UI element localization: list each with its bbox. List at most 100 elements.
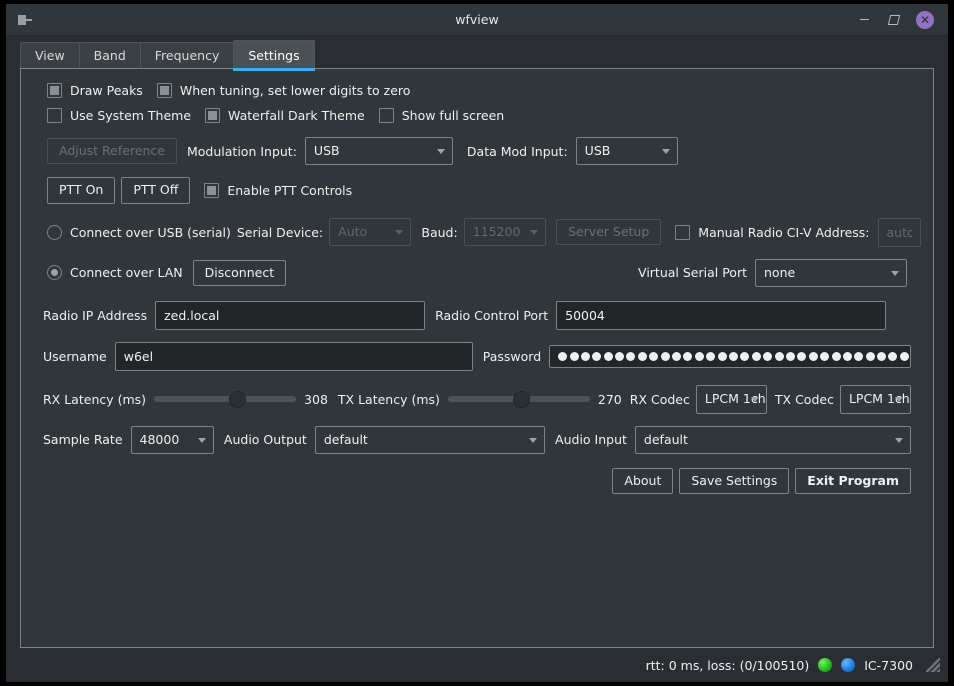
latency-codec-row: RX Latency (ms) 308 TX Latency (ms) 270 … — [33, 385, 921, 414]
modulation-input-value: USB — [313, 143, 340, 158]
rx-codec-combo[interactable]: LPCM 1ch 16bit — [695, 385, 767, 414]
audio-output-value: default — [323, 431, 368, 447]
use-system-theme-checkbox[interactable] — [47, 108, 62, 123]
password-dot — [865, 352, 875, 362]
tab-settings[interactable]: Settings — [233, 39, 315, 72]
virtual-serial-port-value: none — [764, 264, 796, 280]
show-full-screen-checkbox[interactable] — [378, 108, 394, 123]
show-full-screen-label: Show full screen — [401, 108, 505, 123]
about-button[interactable]: About — [612, 467, 674, 495]
chevron-down-icon — [529, 230, 538, 236]
app-icon — [16, 12, 32, 28]
connect-over-usb-label: Connect over USB (serial) — [70, 224, 231, 240]
password-dot — [740, 352, 750, 362]
password-label: Password — [482, 349, 542, 365]
waterfall-dark-theme-checkbox[interactable] — [205, 108, 221, 123]
ptt-off-button[interactable]: PTT Off — [121, 177, 191, 204]
rx-latency-value: 308 — [304, 391, 328, 407]
tab-view[interactable]: View — [20, 41, 80, 68]
data-mod-input-value: USB — [584, 143, 611, 158]
password-dot — [706, 352, 716, 362]
draw-peaks-label: Draw Peaks — [70, 83, 143, 98]
enable-ptt-controls-label: Enable PTT Controls — [227, 183, 353, 199]
virtual-serial-port-combo[interactable]: none — [755, 258, 907, 288]
checkbox-row-draw-peaks: Draw Peaks When tuning, set lower digits… — [33, 83, 921, 98]
serial-device-label: Serial Device: — [236, 224, 324, 240]
password-dot — [637, 352, 647, 362]
password-dot — [672, 352, 682, 362]
modulation-input-label: Modulation Input: — [187, 143, 297, 159]
maximize-button[interactable] — [886, 12, 902, 28]
resize-grip[interactable] — [926, 658, 940, 672]
password-dot — [558, 352, 568, 362]
ptt-row: PTT On PTT Off Enable PTT Controls — [33, 177, 921, 204]
credentials-row: Username Password — [33, 342, 921, 372]
tx-codec-combo[interactable]: LPCM 1ch 16bit — [839, 385, 911, 414]
rx-latency-slider[interactable] — [154, 390, 297, 408]
tx-latency-label: TX Latency (ms) — [337, 391, 440, 407]
waterfall-dark-theme-label: Waterfall Dark Theme — [228, 108, 365, 123]
tab-band[interactable]: Band — [78, 41, 141, 68]
chevron-down-icon — [661, 149, 670, 155]
password-input[interactable] — [549, 345, 911, 369]
modulation-row: Adjust Reference Modulation Input: USB D… — [33, 137, 921, 166]
connect-over-lan-label: Connect over LAN — [70, 265, 183, 281]
connect-over-usb-radio[interactable] — [47, 224, 62, 240]
password-dot — [888, 352, 898, 362]
password-dot — [649, 352, 659, 362]
tx-latency-slider-handle[interactable] — [512, 390, 530, 408]
manual-civ-address-label: Manual Radio CI-V Address: — [698, 224, 870, 240]
tx-latency-slider[interactable] — [447, 390, 590, 408]
audio-input-combo[interactable]: default — [634, 425, 911, 454]
set-lower-digits-zero-checkbox[interactable] — [156, 83, 172, 98]
enable-ptt-controls-checkbox[interactable] — [204, 183, 220, 199]
exit-program-button[interactable]: Exit Program — [795, 467, 911, 495]
password-dot — [877, 352, 887, 362]
modulation-input-combo[interactable]: USB — [304, 137, 453, 166]
radio-ip-address-input[interactable] — [155, 301, 426, 331]
connect-over-lan-radio[interactable] — [47, 265, 62, 281]
username-input[interactable] — [114, 342, 473, 372]
serial-device-combo: Auto — [329, 218, 412, 247]
data-mod-input-label: Data Mod Input: — [466, 143, 568, 159]
baud-combo: 115200 — [463, 218, 546, 247]
password-dot — [660, 352, 670, 362]
chevron-down-icon — [895, 437, 903, 443]
rx-latency-slider-handle[interactable] — [229, 390, 247, 408]
save-settings-button[interactable]: Save Settings — [679, 467, 790, 495]
window-title: wfview — [455, 12, 499, 27]
tx-codec-label: TX Codec — [774, 391, 834, 407]
main-window: wfview ✕ View Band Frequency Settings Dr… — [6, 4, 948, 682]
chevron-down-icon — [197, 437, 206, 443]
radio-address-row: Radio IP Address Radio Control Port — [33, 301, 921, 331]
sample-rate-combo[interactable]: 48000 — [130, 425, 214, 454]
radio-control-port-label: Radio Control Port — [435, 308, 549, 324]
serial-device-value: Auto — [338, 224, 368, 240]
password-dot — [569, 352, 579, 362]
tab-frequency[interactable]: Frequency — [139, 41, 235, 68]
manual-civ-address-checkbox[interactable] — [675, 224, 691, 240]
audio-output-combo[interactable]: default — [314, 425, 546, 454]
virtual-serial-port-label: Virtual Serial Port — [638, 265, 747, 281]
password-dot — [785, 352, 795, 362]
radio-control-port-input[interactable] — [556, 301, 887, 331]
password-dot — [831, 352, 841, 362]
draw-peaks-checkbox[interactable] — [47, 83, 62, 98]
radio-model-label: IC-7300 — [864, 657, 913, 673]
chevron-down-icon — [894, 397, 903, 403]
password-dot — [751, 352, 761, 362]
audio-input-value: default — [643, 431, 688, 447]
disconnect-button[interactable]: Disconnect — [192, 259, 287, 287]
sample-rate-label: Sample Rate — [43, 432, 123, 448]
chevron-down-icon — [750, 397, 759, 403]
password-dot — [729, 352, 738, 362]
data-mod-input-combo[interactable]: USB — [575, 137, 678, 166]
audio-led-icon — [841, 658, 856, 672]
password-dot — [842, 352, 852, 362]
close-button[interactable]: ✕ — [916, 10, 934, 29]
minimize-button[interactable] — [856, 12, 872, 28]
password-dot — [717, 352, 727, 362]
chevron-down-icon — [891, 270, 899, 276]
password-dot — [626, 352, 636, 362]
ptt-on-button[interactable]: PTT On — [47, 177, 116, 204]
